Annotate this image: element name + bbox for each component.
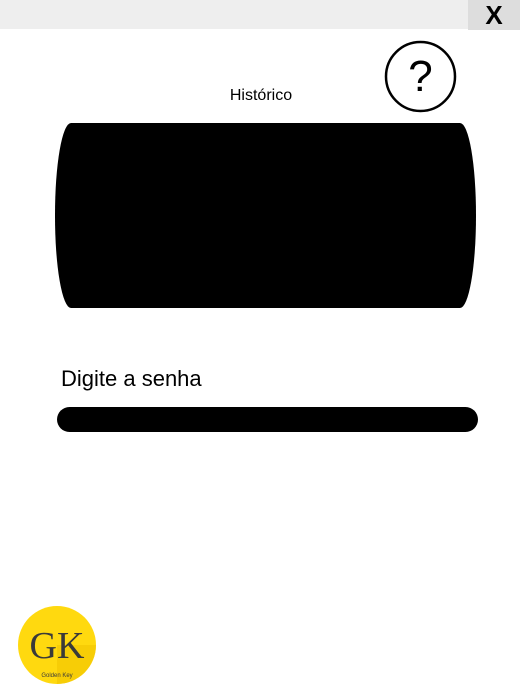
logo-mark: GK <box>30 625 85 667</box>
golden-key-logo: GK Golden Key <box>18 606 96 684</box>
history-panel <box>55 123 476 308</box>
password-input[interactable] <box>57 407 478 432</box>
title-bar <box>0 0 520 29</box>
password-label: Digite a senha <box>61 366 202 391</box>
close-button[interactable]: X <box>468 0 520 30</box>
history-title: Histórico <box>229 87 293 104</box>
logo-text: Golden Key <box>41 673 72 679</box>
